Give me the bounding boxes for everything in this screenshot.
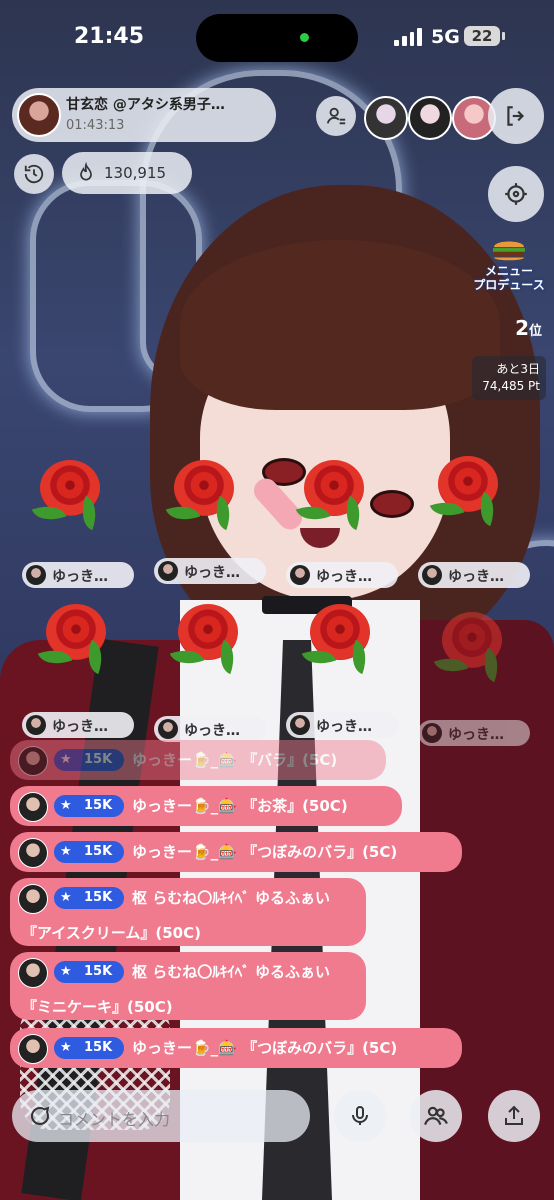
event-banner[interactable]: メニュー プロデュース <box>472 234 546 304</box>
comment-input[interactable]: コメントを入力 <box>12 1090 310 1142</box>
signal-icon <box>394 28 422 46</box>
chat-avatar <box>18 1034 48 1064</box>
viewer-avatar[interactable] <box>364 96 408 140</box>
rank-number: 2 <box>515 316 529 340</box>
character-eye <box>370 490 414 518</box>
rose-gift <box>165 460 240 532</box>
people-button[interactable] <box>410 1090 462 1142</box>
streamer-avatar[interactable] <box>17 93 61 137</box>
exit-button[interactable] <box>488 88 544 144</box>
gift-sender-tag: ゆっき… <box>418 720 530 746</box>
people-icon <box>424 1106 448 1125</box>
stream-elapsed-time: 01:43:13 <box>66 118 125 133</box>
gift-sender-tag: ゆっき… <box>418 562 530 588</box>
gift-sender-tag: ゆっき… <box>154 558 266 584</box>
streamer-profile[interactable]: 甘玄恋 @アタシ系男子… 01:43:13 <box>12 88 276 142</box>
gift-sender-tag: ゆっき… <box>154 716 266 742</box>
battery-tip <box>502 32 505 40</box>
character-bangs <box>180 240 500 410</box>
event-status: あと3日 74,485 Pt <box>472 356 546 400</box>
fan-badge: ★ 15K <box>54 1037 124 1059</box>
battery-icon: 22 <box>464 26 500 46</box>
chat-avatar <box>18 746 48 776</box>
rose-gift <box>169 604 244 676</box>
chat-text: ゆっきー🍺_🎰 『バラ』(5C) <box>132 751 338 769</box>
chat-message[interactable]: ★ 15K 枢 らむね〇ﾙｷｲﾍﾞ ゆるふぁい 『アイスクリーム』(50C) <box>10 878 366 946</box>
event-points: 74,485 Pt <box>482 379 540 393</box>
event-days-left: あと3日 <box>496 362 540 376</box>
share-icon <box>505 1105 523 1125</box>
popularity-counter[interactable]: 130,915 <box>62 152 192 194</box>
rank-suffix: 位 <box>528 324 542 339</box>
streamer-name: 甘玄恋 @アタシ系男子… <box>66 97 225 113</box>
chat-message[interactable]: ★ 15K ゆっきー🍺_🎰 『バラ』(5C) <box>10 740 386 780</box>
dynamic-island <box>196 14 358 62</box>
chat-avatar <box>18 838 48 868</box>
history-button[interactable] <box>14 154 54 194</box>
exit-icon <box>507 106 525 126</box>
rose-gift <box>37 604 112 676</box>
fan-badge: ★ 15K <box>54 749 124 771</box>
fan-badge: ★ 15K <box>54 961 124 983</box>
target-button[interactable] <box>488 166 544 222</box>
fan-badge: ★ 15K <box>54 795 124 817</box>
chat-message[interactable]: ★ 15K ゆっきー🍺_🎰 『お茶』(50C) <box>10 786 402 826</box>
chat-avatar <box>18 792 48 822</box>
chat-avatar <box>18 958 48 988</box>
chat-message[interactable]: ★ 15K ゆっきー🍺_🎰 『つぼみのバラ』(5C) <box>10 832 462 872</box>
fan-badge: ★ 15K <box>54 887 124 909</box>
chat-message[interactable]: ★ 15K ゆっきー🍺_🎰 『つぼみのバラ』(5C) <box>10 1028 462 1068</box>
rose-gift <box>31 460 106 532</box>
popularity-value: 130,915 <box>104 164 167 182</box>
chat-text: 『アイスクリーム』(50C) <box>22 924 201 942</box>
viewer-avatar[interactable] <box>408 96 452 140</box>
event-rank: 2位 <box>476 316 542 340</box>
event-title: メニュー プロデュース <box>473 264 545 292</box>
rose-gift <box>295 460 370 532</box>
rose-gift <box>433 612 508 684</box>
fan-badge: ★ 15K <box>54 841 124 863</box>
gift-sender-tag: ゆっき… <box>286 562 398 588</box>
mic-button[interactable] <box>334 1090 386 1142</box>
target-icon <box>505 183 527 205</box>
gift-sender-tag: ゆっき… <box>22 562 134 588</box>
comment-placeholder: コメントを入力 <box>58 1110 171 1129</box>
follow-button[interactable] <box>316 96 356 136</box>
burger-icon <box>493 241 525 261</box>
chat-text: ゆっきー🍺_🎰 『つぼみのバラ』(5C) <box>132 843 398 861</box>
network-type: 5G <box>431 26 460 48</box>
rose-gift <box>429 456 504 528</box>
fire-icon <box>80 162 92 181</box>
chat-text: ゆっきー🍺_🎰 『つぼみのバラ』(5C) <box>132 1039 398 1057</box>
chat-text: 『ミニケーキ』(50C) <box>22 998 173 1016</box>
chat-text: 枢 らむね〇ﾙｷｲﾍﾞ ゆるふぁい <box>132 889 330 907</box>
share-button[interactable] <box>488 1090 540 1142</box>
chat-text: ゆっきー🍺_🎰 『お茶』(50C) <box>132 797 348 815</box>
chat-message[interactable]: ★ 15K 枢 らむね〇ﾙｷｲﾍﾞ ゆるふぁい 『ミニケーキ』(50C) <box>10 952 366 1020</box>
history-icon <box>24 164 44 184</box>
chat-avatar <box>18 884 48 914</box>
chat-icon <box>31 1106 50 1125</box>
camera-indicator-icon <box>300 33 309 42</box>
status-time: 21:45 <box>74 24 145 49</box>
rose-gift <box>301 604 376 676</box>
chat-text: 枢 らむね〇ﾙｷｲﾍﾞ ゆるふぁい <box>132 963 330 981</box>
gift-sender-tag: ゆっき… <box>22 712 134 738</box>
mic-icon <box>352 1106 368 1125</box>
gift-sender-tag: ゆっき… <box>286 712 398 738</box>
add-user-icon <box>326 107 346 125</box>
